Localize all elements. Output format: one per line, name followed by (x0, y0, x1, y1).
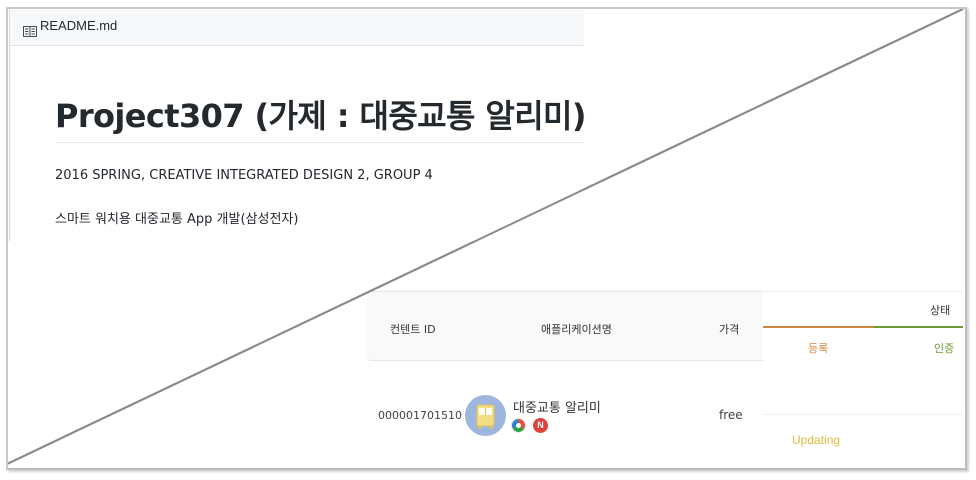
screenshot-frame (6, 7, 967, 470)
screenshot-canvas: 컨텐트 ID 애플리케이션명 가격 상태 등록 인증 000001701510 … (0, 0, 976, 480)
